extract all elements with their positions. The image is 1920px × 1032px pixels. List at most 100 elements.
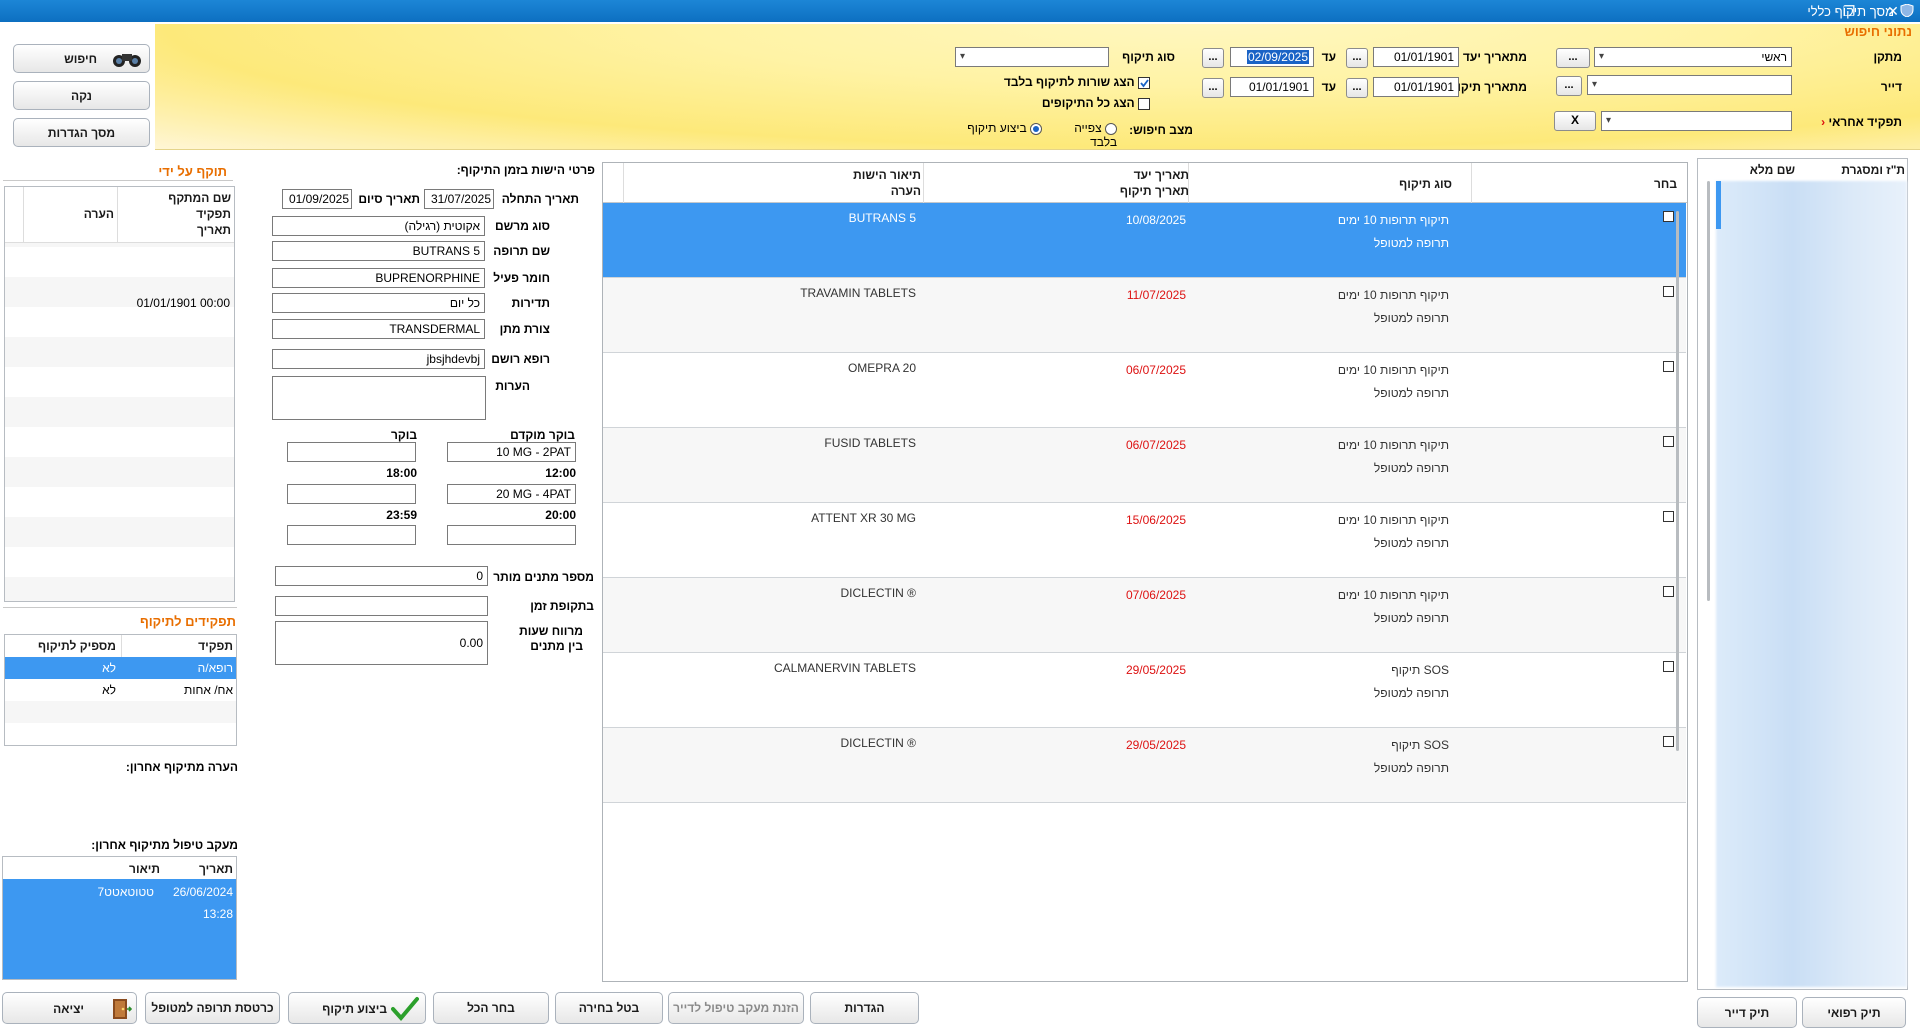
exit-button[interactable]: יציאה (2, 992, 137, 1024)
row-subtype: תרופה למטופל (1373, 311, 1449, 325)
med-card-button[interactable]: כרטסת תרופה למטופל (145, 992, 280, 1024)
medical-file-button[interactable]: תיק רפואי (1802, 997, 1906, 1028)
tracking-row[interactable]: 26/06/2024 13:28 טטוטאטט7 (3, 879, 236, 979)
row-select-checkbox[interactable] (1663, 436, 1674, 447)
time-4-label: 23:59 (386, 508, 417, 522)
table-row[interactable]: תיקוף תרופות 10 ימים תרופה למטופל 11/07/20… (603, 278, 1686, 353)
settings-button[interactable]: הגדרות (810, 992, 919, 1024)
facility-select[interactable]: ▾ ראשי (1594, 47, 1792, 67)
start-date-input[interactable]: 31/07/2025 (424, 189, 494, 209)
row-due-date: 29/05/2025 (1125, 663, 1186, 677)
show-all-checkbox-row[interactable]: הצג כל התיקופים (1000, 96, 1150, 112)
divider (3, 180, 233, 181)
type-select[interactable]: ▾ (955, 47, 1109, 67)
checkmark-icon (391, 996, 419, 1025)
end-date-label: תאריך סיום (358, 192, 420, 206)
role-row[interactable]: רופא/ה לא (5, 657, 236, 679)
dose-3-field: 20 MG - 4PAT (447, 484, 576, 504)
row-type: תיקוף תרופות 10 ימים (1337, 438, 1449, 452)
validator-date: 01/01/1901 00:00 (136, 296, 230, 310)
table-row[interactable]: SOS תיקוף תרופה למטופל 29/05/2025 CALMANERV… (603, 653, 1686, 728)
scrollbar[interactable] (1676, 211, 1679, 751)
end-date-input[interactable]: 01/09/2025 (282, 189, 352, 209)
row-select-checkbox[interactable] (1663, 286, 1674, 297)
col-description: תיאור הישות (853, 168, 921, 182)
valid-to-picker[interactable]: ... (1202, 78, 1224, 98)
settings-screen-button[interactable]: מסך הגדרות (13, 118, 150, 147)
due-to-input[interactable]: 02/09/2025 (1230, 47, 1314, 67)
show-all-checkbox[interactable] (1138, 97, 1150, 110)
close-button[interactable]: ✕ (1878, 1, 1908, 21)
col-resident-name: שם מלא (1749, 163, 1795, 177)
facility-lookup-button[interactable]: ... (1556, 48, 1590, 68)
row-select-checkbox[interactable] (1663, 511, 1674, 522)
cancel-selection-button[interactable]: בטל בחירה (555, 992, 663, 1024)
row-select-checkbox[interactable] (1663, 736, 1674, 747)
valid-from-input[interactable]: 01/01/1901 (1373, 77, 1459, 97)
due-from-picker[interactable]: ... (1346, 48, 1368, 68)
clear-button[interactable]: נקה (13, 81, 150, 110)
interval-label: מרווח שעות בין מתנים (519, 624, 583, 653)
prescriber-field: jbsjhdevbj (272, 349, 485, 369)
role-row[interactable]: אח/ אחות לא (5, 679, 236, 701)
row-select-checkbox[interactable] (1663, 361, 1674, 372)
due-to-picker[interactable]: ... (1202, 48, 1224, 68)
row-description: OMEPRA 20 (847, 361, 916, 375)
table-row[interactable]: SOS תיקוף תרופה למטופל 29/05/2025 DICLECTIN… (603, 728, 1686, 803)
select-all-button[interactable]: בחר הכל (433, 992, 549, 1024)
search-section-title: נתוני חיפוש (1844, 24, 1912, 39)
resident-select[interactable]: ▾ (1587, 75, 1792, 95)
time-period-label: בתקופת זמן (530, 599, 594, 613)
chevron-down-icon: ▾ (1599, 51, 1605, 62)
tracking-entry-button[interactable]: הזנת מעקב טיפול לדייר (668, 992, 804, 1024)
validations-grid: בחר סוג תיקוף תאריך יעד תאריך תיקוף תיאו… (602, 162, 1688, 982)
residents-list-blurred[interactable] (1716, 181, 1907, 987)
valid-from-picker[interactable]: ... (1346, 78, 1368, 98)
resident-file-button[interactable]: תיק דייר (1697, 997, 1797, 1028)
start-date-label: תאריך התחלה (501, 192, 579, 206)
row-select-checkbox[interactable] (1663, 586, 1674, 597)
row-description: DICLECTIN ® (840, 586, 916, 600)
drug-name-field: BUTRANS 5 (272, 241, 485, 261)
col-tracking-date: תאריך (198, 862, 233, 876)
table-row[interactable]: תיקוף תרופות 10 ימים תרופה למטופל 07/06/20… (603, 578, 1686, 653)
search-button[interactable]: חיפוש (13, 44, 150, 73)
row-subtype: תרופה למטופל (1373, 236, 1449, 250)
mode-view-radio[interactable] (1105, 122, 1117, 135)
validated-by-panel: שם המתקף תפקיד תאריך הערה 01/01/1901 00:… (4, 186, 235, 602)
row-subtype: תרופה למטופל (1373, 611, 1449, 625)
dose-5-field (447, 525, 576, 545)
valid-to-input[interactable]: 01/01/1901 (1230, 77, 1314, 97)
execute-validation-button[interactable]: ביצוע תיקוף (288, 992, 426, 1024)
row-due-date: 29/05/2025 (1125, 738, 1186, 752)
row-select-checkbox[interactable] (1663, 211, 1674, 222)
mode-view-radio-row[interactable]: צפייה בלבד (1045, 121, 1117, 149)
row-type: תיקוף תרופות 10 ימים (1337, 363, 1449, 377)
row-select-checkbox[interactable] (1663, 661, 1674, 672)
resident-lookup-button[interactable]: ... (1556, 76, 1582, 96)
divider (3, 607, 237, 608)
col-select: בחר (1654, 177, 1677, 191)
table-row[interactable]: תיקוף תרופות 10 ימים תרופה למטופל 06/07/20… (603, 353, 1686, 428)
row-subtype: תרופה למטופל (1373, 686, 1449, 700)
row-due-date: 07/06/2025 (1125, 588, 1186, 602)
col-validator-role: תפקיד (196, 207, 231, 221)
table-row[interactable]: תיקוף תרופות 10 ימים תרופה למטופל 15/06/20… (603, 503, 1686, 578)
dose-1-field: 10 MG - 2PAT (447, 442, 576, 462)
restore-button[interactable]: ❐ (1834, 1, 1864, 21)
responsible-select[interactable]: ▾ (1601, 111, 1792, 131)
exit-door-icon (110, 997, 133, 1024)
scrollbar[interactable] (1707, 181, 1710, 601)
table-row[interactable]: תיקוף תרופות 10 ימים תרופה למטופל 06/07/20… (603, 428, 1686, 503)
mode-exec-radio-row[interactable]: ביצוע תיקוף (960, 121, 1042, 137)
only-rows-checkbox[interactable] (1138, 76, 1150, 89)
route-label: צורת מתן (499, 322, 550, 336)
col-role: תפקיד (198, 639, 233, 653)
clear-responsible-button[interactable]: X (1554, 111, 1596, 131)
due-from-input[interactable]: 01/01/1901 (1373, 47, 1459, 67)
mode-exec-radio[interactable] (1030, 122, 1042, 135)
active-ingredient-label: חומר פעיל (493, 271, 550, 285)
table-row[interactable]: תיקוף תרופות 10 ימים תרופה למטופל 10/08/20… (603, 203, 1686, 278)
only-rows-checkbox-row[interactable]: הצג שורות לתיקוף בלבד (1000, 75, 1150, 91)
col-valid-date: תאריך תיקוף (1119, 184, 1189, 198)
